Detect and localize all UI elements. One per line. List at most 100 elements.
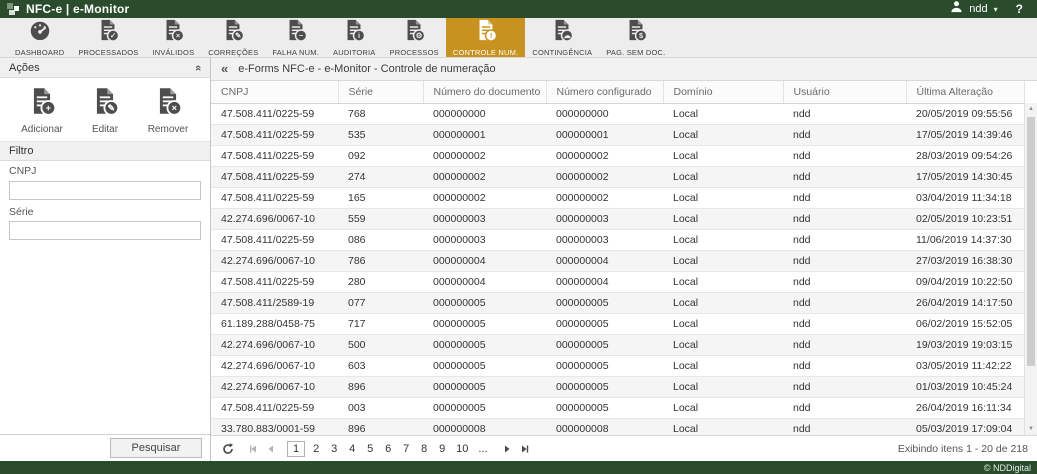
column-header-ltima-altera-o[interactable]: Última Alteração bbox=[906, 81, 1024, 103]
column-header-n-mero-configurado[interactable]: Número configurado bbox=[546, 81, 663, 103]
gauge-icon bbox=[28, 18, 52, 47]
page-button-7[interactable]: 7 bbox=[399, 442, 413, 456]
toolbar-tab-pag-sem-doc[interactable]: $PAG. SEM DOC. bbox=[599, 18, 672, 57]
panel-collapse-left-icon[interactable]: « bbox=[221, 59, 228, 79]
table-cell: ndd bbox=[783, 313, 906, 334]
page-button-10[interactable]: 10 bbox=[453, 442, 471, 456]
table-row[interactable]: 47.508.411/0225-59165000000002000000002L… bbox=[211, 187, 1024, 208]
scroll-down-icon[interactable]: ▼ bbox=[1025, 426, 1037, 432]
table-row[interactable]: 47.508.411/0225-59768000000000000000000L… bbox=[211, 103, 1024, 124]
table-row[interactable]: 61.189.288/0458-75717000000005000000005L… bbox=[211, 313, 1024, 334]
toolbar-tab-label: CORREÇÕES bbox=[208, 48, 258, 57]
toolbar-tab-processos[interactable]: ⚙PROCESSOS bbox=[383, 18, 446, 57]
action-button-remover[interactable]: ×Remover bbox=[140, 86, 196, 135]
table-row[interactable]: 47.508.411/0225-59003000000005000000005L… bbox=[211, 397, 1024, 418]
table-cell: 000000002 bbox=[423, 145, 546, 166]
doc-info-icon: i bbox=[342, 18, 366, 47]
page-button-4[interactable]: 4 bbox=[345, 442, 359, 456]
actions-collapse-icon[interactable]: « bbox=[192, 65, 204, 71]
page-button-2[interactable]: 2 bbox=[309, 442, 323, 456]
table-cell: ndd bbox=[783, 397, 906, 418]
table-cell: Local bbox=[663, 313, 783, 334]
filter-title: Filtro bbox=[9, 145, 33, 157]
toolbar-tab-conting-ncia[interactable]: ☁CONTINGÊNCIA bbox=[525, 18, 599, 57]
action-button-adicionar[interactable]: +Adicionar bbox=[14, 86, 70, 135]
table-cell: 274 bbox=[338, 166, 423, 187]
svg-text:✎: ✎ bbox=[235, 31, 241, 40]
table-cell: 47.508.411/0225-59 bbox=[211, 187, 338, 208]
action-button-editar[interactable]: ✎Editar bbox=[77, 86, 133, 135]
page-button-5[interactable]: 5 bbox=[363, 442, 377, 456]
next-page-icon[interactable] bbox=[502, 444, 512, 454]
column-header-s-rie[interactable]: Série bbox=[338, 81, 423, 103]
column-header-dom-nio[interactable]: Domínio bbox=[663, 81, 783, 103]
column-header-usu-rio[interactable]: Usuário bbox=[783, 81, 906, 103]
column-header-n-mero-do-documento[interactable]: Número do documento bbox=[423, 81, 546, 103]
table-row[interactable]: 47.508.411/0225-59274000000002000000002L… bbox=[211, 166, 1024, 187]
table-cell: 786 bbox=[338, 250, 423, 271]
toolbar-tab-label: AUDITORIA bbox=[333, 48, 376, 57]
breadcrumb: « e-Forms NFC-e - e-Monitor - Controle d… bbox=[211, 58, 1037, 81]
table-cell: ndd bbox=[783, 229, 906, 250]
table-row[interactable]: 42.274.696/0067-10500000000005000000005L… bbox=[211, 334, 1024, 355]
table-row[interactable]: 33.780.883/0001-59896000000008000000008L… bbox=[211, 418, 1024, 435]
toolbar-tab-inv-lidos[interactable]: ×INVÁLIDOS bbox=[145, 18, 201, 57]
page-button-9[interactable]: 9 bbox=[435, 442, 449, 456]
toolbar-tab-label: FALHA NUM. bbox=[272, 48, 319, 57]
last-page-icon[interactable] bbox=[519, 444, 529, 454]
toolbar-tab-label: PROCESSADOS bbox=[78, 48, 138, 57]
table-row[interactable]: 47.508.411/0225-59092000000002000000002L… bbox=[211, 145, 1024, 166]
toolbar-tab-dashboard[interactable]: DASHBOARD bbox=[8, 18, 71, 57]
page-button-3[interactable]: 3 bbox=[327, 442, 341, 456]
page-button-6[interactable]: 6 bbox=[381, 442, 395, 456]
user-menu[interactable]: ndd ▾ bbox=[950, 0, 997, 18]
scroll-up-icon[interactable]: ▲ bbox=[1025, 106, 1037, 112]
items-count-status: Exibindo itens 1 - 20 de 218 bbox=[898, 443, 1028, 455]
vertical-scrollbar[interactable]: ▲ ▼ bbox=[1024, 103, 1037, 435]
table-row[interactable]: 42.274.696/0067-10786000000004000000004L… bbox=[211, 250, 1024, 271]
app-title: NFC-e | e-Monitor bbox=[26, 2, 129, 16]
search-button[interactable]: Pesquisar bbox=[110, 438, 202, 458]
table-cell: 717 bbox=[338, 313, 423, 334]
table-cell: Local bbox=[663, 334, 783, 355]
cnpj-input[interactable] bbox=[9, 181, 201, 200]
page-button-current[interactable]: 1 bbox=[287, 441, 305, 457]
table-cell: Local bbox=[663, 208, 783, 229]
field-label: CNPJ bbox=[9, 165, 201, 177]
table-cell: 086 bbox=[338, 229, 423, 250]
page-button-[interactable]: ... bbox=[475, 442, 490, 456]
table-row[interactable]: 42.274.696/0067-10896000000005000000005L… bbox=[211, 376, 1024, 397]
toolbar-tab-auditoria[interactable]: iAUDITORIA bbox=[326, 18, 383, 57]
prev-page-icon[interactable] bbox=[266, 444, 276, 454]
first-page-icon[interactable] bbox=[249, 444, 259, 454]
table-row[interactable]: 47.508.411/2589-19077000000005000000005L… bbox=[211, 292, 1024, 313]
table-cell: Local bbox=[663, 103, 783, 124]
toolbar-tab-controle-num[interactable]: !CONTROLE NUM. bbox=[446, 18, 526, 57]
table-row[interactable]: 47.508.411/0225-59280000000004000000004L… bbox=[211, 271, 1024, 292]
table-cell: 280 bbox=[338, 271, 423, 292]
help-button[interactable]: ? bbox=[1016, 2, 1023, 16]
table-cell: Local bbox=[663, 166, 783, 187]
table-cell: ndd bbox=[783, 124, 906, 145]
svg-text:×: × bbox=[176, 31, 180, 40]
toolbar-tab-falha-num[interactable]: −FALHA NUM. bbox=[265, 18, 326, 57]
table-row[interactable]: 42.274.696/0067-10603000000005000000005L… bbox=[211, 355, 1024, 376]
table-cell: Local bbox=[663, 397, 783, 418]
table-cell: 077 bbox=[338, 292, 423, 313]
table-cell: 000000005 bbox=[546, 397, 663, 418]
table-row[interactable]: 42.274.696/0067-10559000000003000000003L… bbox=[211, 208, 1024, 229]
footer-bar: © NDDigital bbox=[0, 461, 1037, 474]
table-cell: 27/03/2019 16:38:30 bbox=[906, 250, 1024, 271]
svg-text:⚙: ⚙ bbox=[416, 31, 423, 40]
table-cell: 000000005 bbox=[546, 376, 663, 397]
column-header-cnpj[interactable]: CNPJ bbox=[211, 81, 338, 103]
table-cell: Local bbox=[663, 145, 783, 166]
scrollbar-thumb[interactable] bbox=[1027, 117, 1035, 366]
toolbar-tab-corre-es[interactable]: ✎ CORREÇÕES bbox=[201, 18, 265, 57]
toolbar-tab-processados[interactable]: ✓PROCESSADOS bbox=[71, 18, 145, 57]
refresh-icon[interactable] bbox=[222, 443, 234, 455]
page-button-8[interactable]: 8 bbox=[417, 442, 431, 456]
s-rie-input[interactable] bbox=[9, 221, 201, 240]
table-row[interactable]: 47.508.411/0225-59535000000001000000001L… bbox=[211, 124, 1024, 145]
table-row[interactable]: 47.508.411/0225-59086000000003000000003L… bbox=[211, 229, 1024, 250]
